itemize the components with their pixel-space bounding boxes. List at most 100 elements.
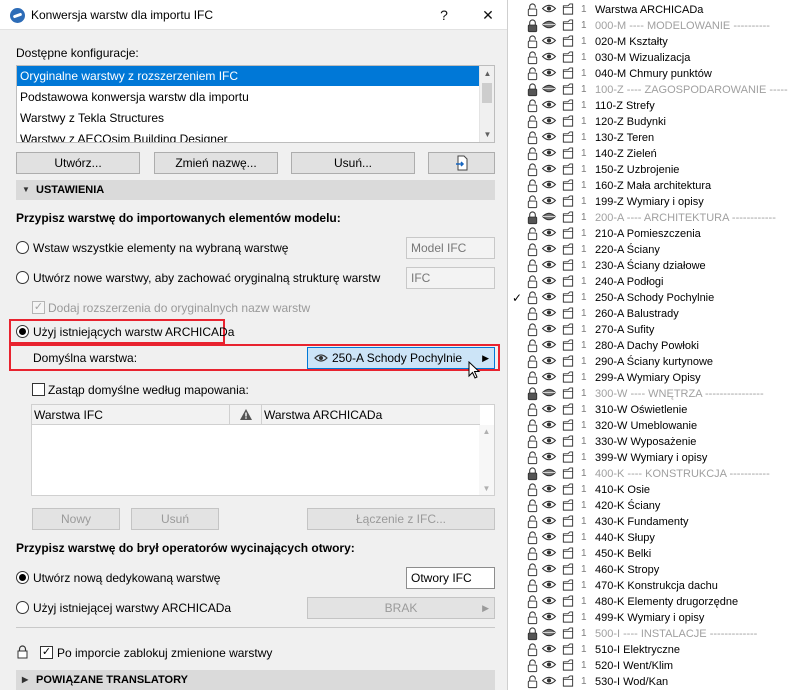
single-layer-radio[interactable] [16,241,29,254]
layer-row[interactable]: 1 030-M Wizualizacja [510,50,791,66]
layer-file-icon[interactable] [561,579,575,592]
lock-open-icon[interactable] [526,163,539,177]
layer-group-row[interactable]: 1 100-Z ---- ZAGOSPODAROWANIE ----- [510,82,791,98]
layer-file-icon[interactable] [561,419,575,432]
layer-file-icon[interactable] [561,659,575,672]
layer-row[interactable]: 1 220-A Ściany [510,242,791,258]
table-scrollbar[interactable]: ▲ ▼ [479,425,494,495]
eye-icon[interactable] [541,611,557,623]
lock-open-icon[interactable] [526,35,539,49]
scroll-up-icon[interactable]: ▲ [479,427,494,436]
layer-file-icon[interactable] [561,35,575,48]
layer-row[interactable]: 1 440-K Słupy [510,530,791,546]
mapping-table[interactable]: Warstwa IFC Warstwa ARCHICADa ▲ ▼ [31,404,495,496]
eye-icon[interactable] [541,595,557,607]
lock-closed-icon[interactable] [526,211,539,225]
eye-icon[interactable] [541,3,557,15]
layer-file-icon[interactable] [561,339,575,352]
layer-row[interactable]: 1 020-M Kształty [510,34,791,50]
layer-file-icon[interactable] [561,483,575,496]
existing-opening-layer-dropdown[interactable]: BRAK ▶ [307,597,495,619]
layer-row[interactable]: 1 460-K Stropy [510,562,791,578]
layer-group-row[interactable]: 1 300-W ---- WNĘTRZA ---------------- [510,386,791,402]
layer-file-icon[interactable] [561,499,575,512]
layer-row[interactable]: 1 140-Z Zieleń [510,146,791,162]
lock-open-icon[interactable] [526,195,539,209]
eye-icon[interactable] [541,99,557,111]
lock-open-icon[interactable] [526,355,539,369]
layer-file-icon[interactable] [561,595,575,608]
eye-icon[interactable] [541,195,557,207]
layer-file-icon[interactable] [561,291,575,304]
eye-icon[interactable] [541,323,557,335]
lock-open-icon[interactable] [526,51,539,65]
configs-scrollbar[interactable]: ▲ ▼ [479,66,494,142]
layer-file-icon[interactable] [561,387,575,400]
layer-file-icon[interactable] [561,307,575,320]
eye-icon[interactable] [541,83,557,95]
eye-icon[interactable] [541,451,557,463]
lock-open-icon[interactable] [526,515,539,529]
default-layer-dropdown[interactable]: 250-A Schody Pochylnie ▶ [307,347,495,369]
layer-file-icon[interactable] [561,147,575,160]
layer-file-icon[interactable] [561,131,575,144]
scroll-down-icon[interactable]: ▼ [480,127,494,142]
eye-icon[interactable] [541,243,557,255]
eye-icon[interactable] [541,355,557,367]
layer-row[interactable]: 1 410-K Osie [510,482,791,498]
eye-icon[interactable] [541,531,557,543]
layer-row[interactable]: 1 280-A Dachy Powłoki [510,338,791,354]
config-item[interactable]: Warstwy z Tekla Structures [17,108,480,128]
eye-icon[interactable] [541,563,557,575]
lock-open-icon[interactable] [526,675,539,689]
eye-icon[interactable] [541,579,557,591]
lock-closed-icon[interactable] [526,83,539,97]
lock-open-icon[interactable] [526,67,539,81]
help-button[interactable]: ? [434,6,454,24]
layer-file-icon[interactable] [561,627,575,640]
layer-file-icon[interactable] [561,275,575,288]
layer-row[interactable]: 1 510-I Elektryczne [510,642,791,658]
layer-row[interactable]: 1 040-M Chmury punktów [510,66,791,82]
layer-row[interactable]: 1 120-Z Budynki [510,114,791,130]
eye-icon[interactable] [541,275,557,287]
eye-icon[interactable] [541,403,557,415]
layer-file-icon[interactable] [561,243,575,256]
layer-row[interactable]: 1 320-W Umeblowanie [510,418,791,434]
layer-file-icon[interactable] [561,3,575,16]
layer-file-icon[interactable] [561,675,575,688]
layer-file-icon[interactable] [561,467,575,480]
layer-row[interactable]: 1 310-W Oświetlenie [510,402,791,418]
layer-file-icon[interactable] [561,67,575,80]
eye-icon[interactable] [541,387,557,399]
layer-row[interactable]: 1 110-Z Strefy [510,98,791,114]
lock-closed-icon[interactable] [526,467,539,481]
lock-closed-icon[interactable] [526,387,539,401]
ifc-layer-column-header[interactable]: Warstwa IFC [32,405,230,425]
layer-file-icon[interactable] [561,611,575,624]
settings-section-header[interactable]: ▼ USTAWIENIA [16,180,495,200]
config-item[interactable]: Warstwy z AECOsim Building Designer [17,129,480,142]
eye-icon[interactable] [541,675,557,687]
layer-file-icon[interactable] [561,211,575,224]
eye-icon[interactable] [541,147,557,159]
layer-row[interactable]: 1 530-I Wod/Kan [510,674,791,690]
existing-layers-radio[interactable] [16,325,29,338]
lock-open-icon[interactable] [526,483,539,497]
eye-icon[interactable] [541,547,557,559]
config-item[interactable]: Podstawowa konwersja warstw dla importu [17,87,480,107]
lock-open-icon[interactable] [526,131,539,145]
eye-icon[interactable] [541,467,557,479]
lock-open-icon[interactable] [526,259,539,273]
lock-open-icon[interactable] [526,307,539,321]
layer-file-icon[interactable] [561,227,575,240]
lock-open-icon[interactable] [526,147,539,161]
layer-row[interactable]: 1 420-K Ściany [510,498,791,514]
create-config-button[interactable]: Utwórz... [16,152,140,174]
lock-open-icon[interactable] [526,451,539,465]
layer-file-icon[interactable] [561,179,575,192]
layer-file-icon[interactable] [561,19,575,32]
layer-group-row[interactable]: 1 400-K ---- KONSTRUKCJA ----------- [510,466,791,482]
layer-file-icon[interactable] [561,195,575,208]
lock-open-icon[interactable] [526,227,539,241]
